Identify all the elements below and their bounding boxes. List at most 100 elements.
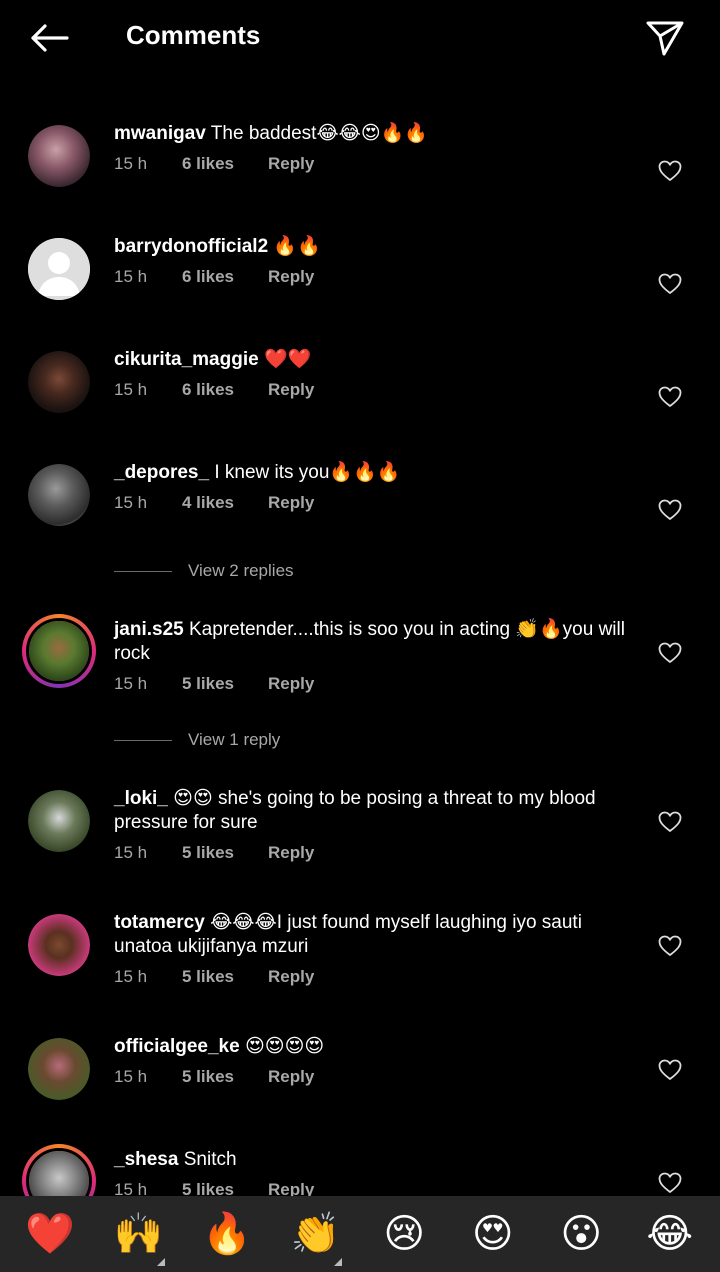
header: Comments <box>0 0 720 76</box>
comment-list[interactable]: mwanigav The baddest😂😂😍🔥🔥 15 h 6 likes R… <box>0 104 720 1196</box>
like-button[interactable] <box>656 640 684 666</box>
avatar[interactable] <box>28 914 90 976</box>
reply-button[interactable]: Reply <box>268 154 314 174</box>
comment-username[interactable]: _loki_ <box>114 788 168 809</box>
like-button[interactable] <box>656 497 684 523</box>
emoji-fire-button[interactable]: 🔥 <box>187 1196 267 1272</box>
reply-button[interactable]: Reply <box>268 493 314 513</box>
default-avatar-icon <box>28 238 90 300</box>
avatar[interactable] <box>28 1038 90 1100</box>
comment-body: 😍😍😍😍 <box>239 1036 325 1057</box>
reply-button[interactable]: Reply <box>268 843 314 863</box>
like-button[interactable] <box>656 384 684 410</box>
comment-body: 😍😍 she's going to be posing a threat to … <box>114 788 596 833</box>
comment-username[interactable]: _depores_ <box>114 462 209 483</box>
back-button[interactable] <box>26 18 72 58</box>
heart-outline-icon <box>658 1059 682 1080</box>
emoji-raising-hands-glyph: 🙌 <box>113 1212 164 1256</box>
comment-likes[interactable]: 4 likes <box>182 493 268 513</box>
comment-text: officialgee_ke 😍😍😍😍 <box>114 1035 634 1059</box>
heart-outline-icon <box>658 811 682 832</box>
avatar[interactable] <box>28 125 90 187</box>
comment-text: mwanigav The baddest😂😂😍🔥🔥 <box>114 122 634 146</box>
avatar[interactable] <box>22 1144 96 1196</box>
comment-likes[interactable]: 5 likes <box>182 1067 268 1087</box>
divider <box>114 739 172 741</box>
avatar[interactable] <box>28 790 90 852</box>
comment-body: I knew its you🔥🔥🔥 <box>209 462 401 483</box>
comment-likes[interactable]: 6 likes <box>182 267 268 287</box>
comment-text: _shesa Snitch <box>114 1148 634 1172</box>
reply-button[interactable]: Reply <box>268 967 314 987</box>
comment-text: barrydonofficial2 🔥🔥 <box>114 235 634 259</box>
comment-username[interactable]: mwanigav <box>114 123 206 144</box>
comment-body: ❤️❤️ <box>258 349 312 370</box>
avatar[interactable] <box>28 464 90 526</box>
comment-meta: 15 h 5 likes Reply <box>114 1180 634 1196</box>
comment-body: Kapretender....this is soo you in acting… <box>114 619 625 664</box>
comment-time: 15 h <box>114 1180 148 1196</box>
page-title: Comments <box>126 20 261 50</box>
comment-time: 15 h <box>114 380 148 399</box>
comment-username[interactable]: totamercy <box>114 912 205 933</box>
comment-body: 🔥🔥 <box>268 236 321 257</box>
comment-text: _depores_ I knew its you🔥🔥🔥 <box>114 461 634 485</box>
reply-button[interactable]: Reply <box>268 674 314 694</box>
emoji-heart-eyes-button[interactable]: 😍 <box>453 1196 533 1272</box>
comment-time: 15 h <box>114 967 148 986</box>
comment-username[interactable]: jani.s25 <box>114 619 184 640</box>
comment-username[interactable]: _shesa <box>114 1149 178 1170</box>
comment-time: 15 h <box>114 493 148 512</box>
paper-plane-icon <box>646 21 684 56</box>
comment-likes[interactable]: 5 likes <box>182 674 268 694</box>
view-replies-label: View 1 reply <box>188 730 281 749</box>
like-button[interactable] <box>656 933 684 959</box>
comment-meta: 15 h 5 likes Reply <box>114 1067 634 1087</box>
heart-outline-icon <box>658 273 682 294</box>
heart-outline-icon <box>658 160 682 181</box>
emoji-laughing-button[interactable]: 😂 <box>630 1196 710 1272</box>
comment-likes[interactable]: 5 likes <box>182 967 268 987</box>
comment-likes[interactable]: 6 likes <box>182 380 268 400</box>
comment-meta: 15 h 6 likes Reply <box>114 380 634 400</box>
comment-likes[interactable]: 5 likes <box>182 843 268 863</box>
comment-time: 15 h <box>114 154 148 173</box>
emoji-raising-hands-button[interactable]: 🙌 <box>99 1196 179 1272</box>
heart-outline-icon <box>658 642 682 663</box>
comment-username[interactable]: officialgee_ke <box>114 1036 240 1057</box>
reply-button[interactable]: Reply <box>268 267 314 287</box>
share-button[interactable] <box>644 18 686 58</box>
comment-meta: 15 h 5 likes Reply <box>114 674 634 694</box>
like-button[interactable] <box>656 1170 684 1196</box>
comment-meta: 15 h 5 likes Reply <box>114 967 634 987</box>
comment-text: cikurita_maggie ❤️❤️ <box>114 348 634 372</box>
reply-button[interactable]: Reply <box>268 1180 314 1196</box>
comment-meta: 15 h 4 likes Reply <box>114 493 634 513</box>
comment-username[interactable]: cikurita_maggie <box>114 349 259 370</box>
comment-time: 15 h <box>114 1067 148 1086</box>
like-button[interactable] <box>656 1057 684 1083</box>
avatar[interactable] <box>28 351 90 413</box>
comment-likes[interactable]: 5 likes <box>182 1180 268 1196</box>
comment-meta: 15 h 6 likes Reply <box>114 267 634 287</box>
skin-tone-indicator <box>156 1258 165 1266</box>
comment-username[interactable]: barrydonofficial2 <box>114 236 268 257</box>
view-replies-button[interactable]: View 1 reply <box>114 730 280 750</box>
like-button[interactable] <box>656 271 684 297</box>
reply-button[interactable]: Reply <box>268 380 314 400</box>
comment-body: Snitch <box>178 1149 237 1170</box>
reply-button[interactable]: Reply <box>268 1067 314 1087</box>
comment-likes[interactable]: 6 likes <box>182 154 268 174</box>
avatar[interactable] <box>22 614 96 688</box>
avatar[interactable] <box>28 238 90 300</box>
emoji-red-heart-button[interactable]: ❤️ <box>10 1196 90 1272</box>
emoji-surprised-button[interactable]: 😮 <box>541 1196 621 1272</box>
like-button[interactable] <box>656 158 684 184</box>
emoji-crying-button[interactable]: 😢 <box>364 1196 444 1272</box>
divider <box>114 570 172 572</box>
comment-body: The baddest😂😂😍🔥🔥 <box>205 123 428 144</box>
view-replies-button[interactable]: View 2 replies <box>114 561 294 581</box>
comment-text: totamercy 😂😂😂I just found myself laughin… <box>114 911 634 959</box>
emoji-clapping-button[interactable]: 👏 <box>276 1196 356 1272</box>
like-button[interactable] <box>656 809 684 835</box>
